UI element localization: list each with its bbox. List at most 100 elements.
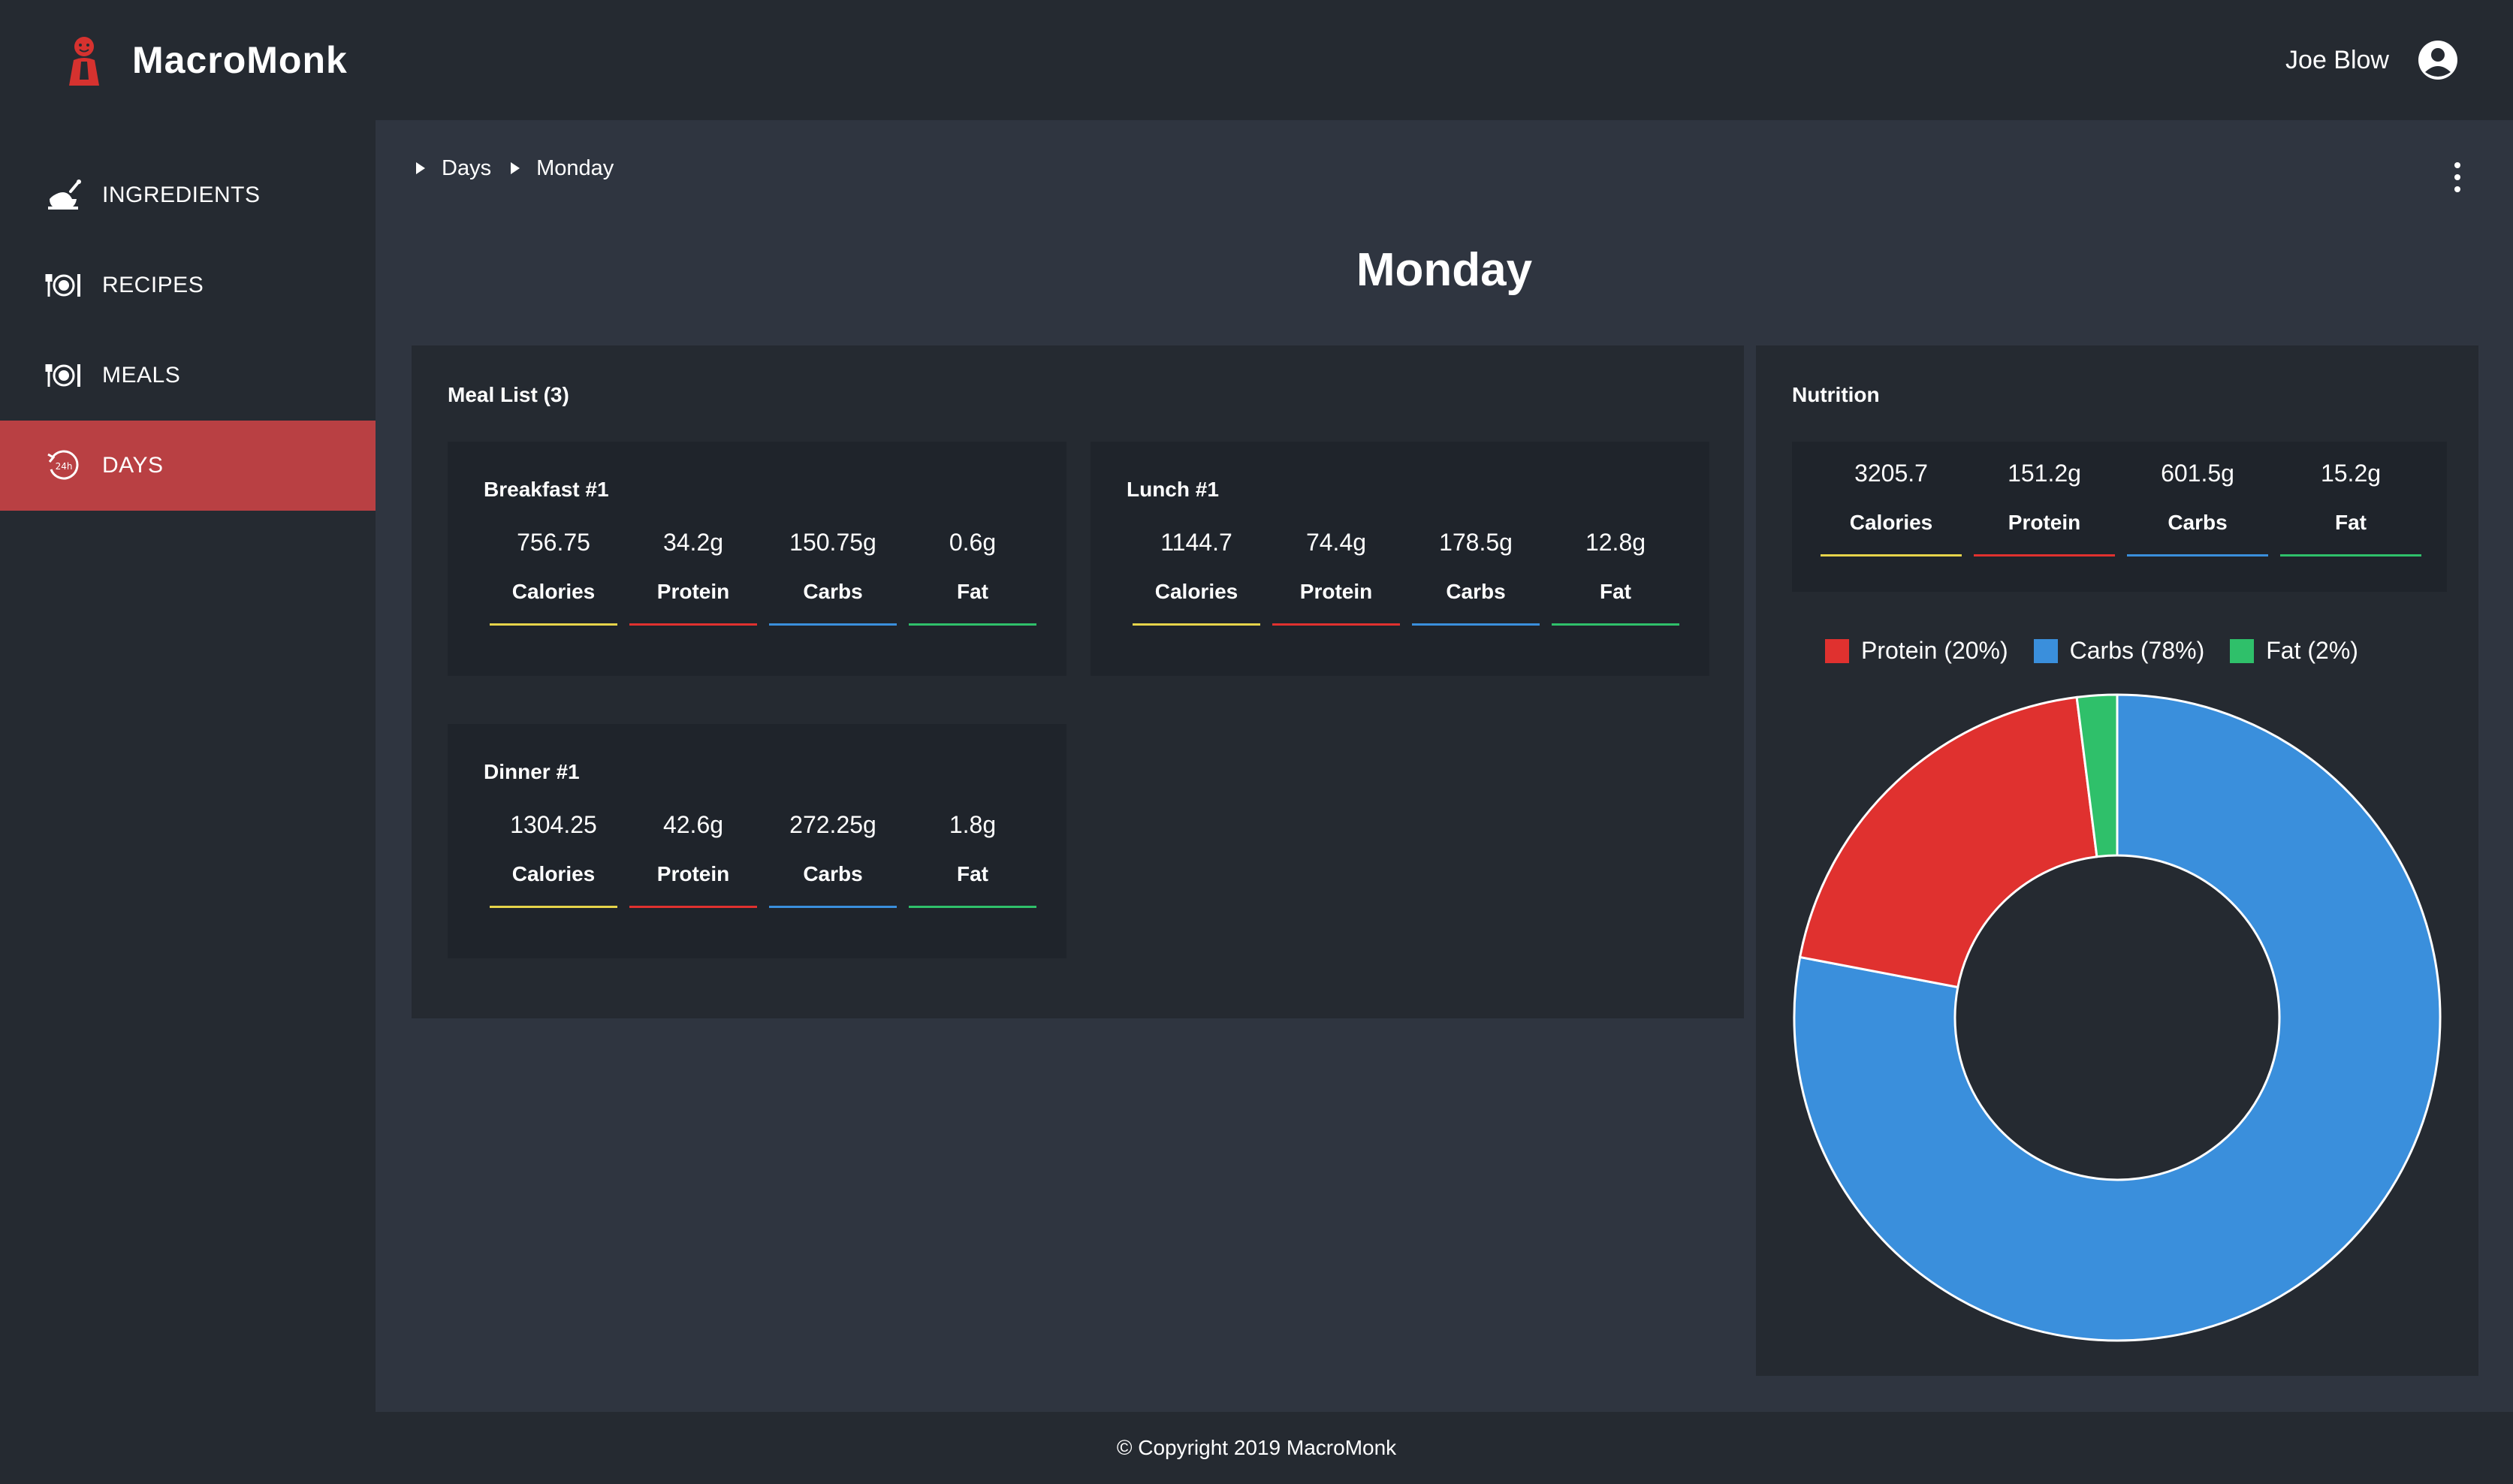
sidebar-item-days[interactable]: 24h DAYS	[0, 421, 376, 511]
breadcrumb-arrow-icon	[511, 162, 520, 174]
stat-calories: 1304.25 Calories	[484, 810, 623, 908]
carbs-underline	[1412, 623, 1540, 626]
main-content: Days Monday Monday Meal List (3) Breakfa…	[376, 120, 2513, 1412]
stat-value: 3205.7	[1854, 460, 1928, 487]
page-title: Monday	[1356, 244, 1533, 296]
stat-label: Fat	[2335, 511, 2367, 534]
carbs-underline	[769, 623, 897, 626]
stat-value: 0.6g	[949, 529, 997, 556]
fat-underline	[1552, 623, 1679, 626]
account-circle-icon[interactable]	[2417, 39, 2459, 81]
stat-protein: 34.2g Protein	[623, 527, 763, 626]
stat-label: Carbs	[803, 862, 863, 885]
breadcrumb-monday[interactable]: Monday	[536, 156, 614, 181]
legend-item-fat[interactable]: Fat (2%)	[2230, 637, 2358, 665]
sidebar-item-recipes[interactable]: RECIPES	[0, 240, 376, 330]
stat-carbs: 601.5g Carbs	[2121, 458, 2274, 556]
breadcrumb-days[interactable]: Days	[442, 156, 491, 181]
sidebar-item-meals[interactable]: MEALS	[0, 330, 376, 421]
meal-name: Breakfast #1	[484, 478, 609, 501]
plate-cutlery-icon	[45, 274, 80, 297]
nutrition-title: Nutrition	[1792, 383, 1880, 406]
stat-value: 34.2g	[662, 529, 724, 556]
stat-value: 1304.25	[510, 811, 597, 838]
breadcrumb: Days Monday	[416, 153, 633, 183]
stat-label: Carbs	[2168, 511, 2228, 534]
meal-list-panel: Meal List (3) Breakfast #1 756.75 Calorie…	[412, 345, 1744, 1018]
nutrition-stats: 3205.7 Calories 151.2g Protein 601.5g Carbs…	[1815, 458, 2427, 556]
sidebar-item-label: RECIPES	[102, 273, 204, 297]
carbs-underline	[2127, 554, 2268, 556]
protein-underline	[629, 906, 757, 908]
calories-underline	[490, 623, 617, 626]
meal-card-lunch[interactable]: Lunch #1 1144.7 Calories 74.4g Protein 178…	[1091, 442, 1709, 676]
top-bar: MacroMonk Joe Blow	[0, 0, 2513, 120]
stat-label: Protein	[656, 580, 730, 603]
macro-donut-chart	[1793, 693, 2442, 1342]
stat-label: Protein	[656, 862, 730, 885]
fat-underline	[2280, 554, 2421, 556]
stat-label: Calories	[511, 862, 596, 885]
stat-calories: 1144.7 Calories	[1127, 527, 1266, 626]
brand-name[interactable]: MacroMonk	[132, 38, 348, 83]
protein-underline	[1272, 623, 1400, 626]
monk-logo-icon[interactable]	[62, 35, 107, 86]
stat-value: 1144.7	[1160, 529, 1232, 556]
carbs-underline	[769, 906, 897, 908]
meal-stats: 1144.7 Calories 74.4g Protein 178.5g Carbs …	[1127, 527, 1685, 626]
stat-label: Fat	[957, 580, 988, 603]
stat-label: Calories	[511, 580, 596, 603]
stat-value: 272.25g	[789, 811, 876, 838]
meal-card-dinner[interactable]: Dinner #1 1304.25 Calories 42.6g Protein 2…	[448, 724, 1066, 958]
stat-fat: 1.8g Fat	[903, 810, 1042, 908]
stat-carbs: 178.5g Carbs	[1406, 527, 1546, 626]
fat-underline	[909, 906, 1036, 908]
legend-label: Carbs (78%)	[2069, 637, 2205, 664]
sidebar-item-ingredients[interactable]: INGREDIENTS	[0, 150, 376, 240]
stat-protein: 42.6g Protein	[623, 810, 763, 908]
stat-value: 15.2g	[2320, 460, 2382, 487]
meal-name: Lunch #1	[1127, 478, 1219, 501]
legend-item-carbs[interactable]: Carbs (78%)	[2033, 637, 2205, 665]
user-name[interactable]: Joe Blow	[2285, 44, 2389, 77]
meal-list-title: Meal List (3)	[448, 383, 569, 406]
calories-underline	[1133, 623, 1260, 626]
stat-value: 150.75g	[789, 529, 876, 556]
stat-label: Fat	[1600, 580, 1631, 603]
stat-label: Protein	[1299, 580, 1373, 603]
stat-value: 151.2g	[2008, 460, 2081, 487]
24h-clock-icon: 24h	[47, 450, 79, 480]
footer: © Copyright 2019 MacroMonk	[0, 1412, 2513, 1484]
stat-value: 178.5g	[1439, 529, 1513, 556]
stat-label: Carbs	[1446, 580, 1506, 603]
stat-carbs: 272.25g Carbs	[763, 810, 903, 908]
legend-item-protein[interactable]: Protein (20%)	[1825, 637, 2008, 665]
svg-text:24h: 24h	[56, 461, 73, 472]
calories-underline	[1821, 554, 1962, 556]
calories-underline	[490, 906, 617, 908]
protein-underline	[629, 623, 757, 626]
stat-label: Fat	[957, 862, 988, 885]
stat-protein: 151.2g Protein	[1968, 458, 2121, 556]
stat-label: Calories	[1849, 511, 1933, 534]
slice-protein[interactable]	[1798, 695, 2098, 989]
nutrition-totals: 3205.7 Calories 151.2g Protein 601.5g Carbs…	[1792, 442, 2447, 592]
stat-fat: 12.8g Fat	[1546, 527, 1685, 626]
breadcrumb-arrow-icon	[416, 162, 425, 174]
more-options-icon[interactable]	[2448, 162, 2466, 192]
sidebar-item-label: INGREDIENTS	[102, 182, 261, 207]
protein-underline	[1974, 554, 2115, 556]
legend-swatch	[2230, 638, 2255, 663]
plate-cutlery-icon	[45, 364, 80, 387]
legend-swatch	[2033, 638, 2058, 663]
sidebar-item-label: MEALS	[102, 363, 181, 388]
meal-stats: 756.75 Calories 34.2g Protein 150.75g Carbs…	[484, 527, 1042, 626]
meal-card-breakfast[interactable]: Breakfast #1 756.75 Calories 34.2g Protein…	[448, 442, 1066, 676]
meal-name: Dinner #1	[484, 760, 580, 783]
stat-label: Carbs	[803, 580, 863, 603]
stat-fat: 0.6g Fat	[903, 527, 1042, 626]
chicken-icon	[48, 179, 81, 210]
sidebar: INGREDIENTS RECIPES MEALS 24h DAYS	[0, 120, 376, 1412]
stat-carbs: 150.75g Carbs	[763, 527, 903, 626]
stat-calories: 756.75 Calories	[484, 527, 623, 626]
